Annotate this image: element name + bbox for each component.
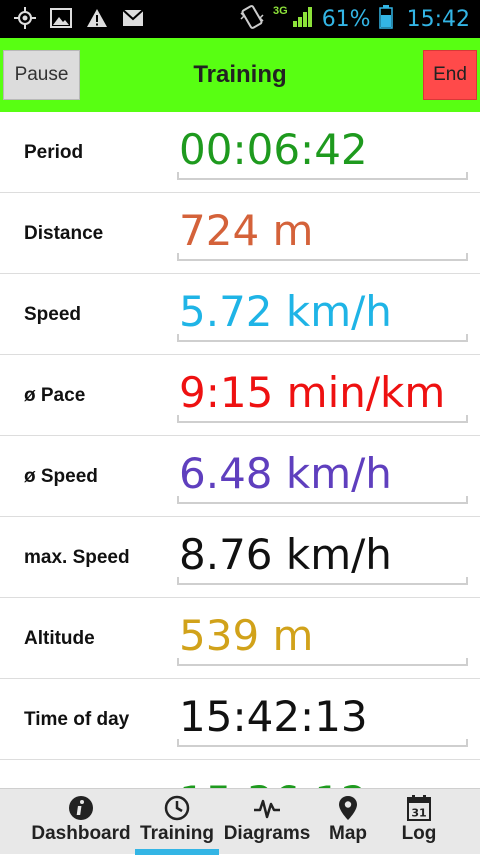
metric-label: ø Speed <box>24 465 98 487</box>
nav-label: Log <box>401 823 437 844</box>
network-type: 3G <box>273 5 288 17</box>
metric-field-underline <box>177 253 468 261</box>
metric-field-underline <box>177 172 468 180</box>
metric-label: Speed <box>24 303 82 325</box>
vibrate-icon <box>239 4 265 34</box>
nav-label: Map <box>329 823 367 844</box>
nav-item-training[interactable]: Training <box>135 789 219 855</box>
metric-value: 539 m <box>179 611 314 660</box>
map-pin-icon <box>338 795 358 821</box>
metric-label: Period <box>24 141 84 163</box>
metric-value: 00:06:42 <box>179 125 368 174</box>
metric-label: Altitude <box>24 627 95 649</box>
metric-label: ø Pace <box>24 384 86 406</box>
warning-icon <box>86 8 108 33</box>
status-bar: 3G 61% 15:42 <box>0 0 480 38</box>
metrics-list[interactable]: Period 00:06:42 Distance 724 m Speed 5.7… <box>0 112 480 788</box>
active-tab-indicator <box>135 849 219 855</box>
metric-field-underline <box>177 658 468 666</box>
nav-item-map[interactable]: Map <box>318 789 378 855</box>
metric-value: 724 m <box>179 206 314 255</box>
metric-field-underline <box>177 577 468 585</box>
metric-row-distance: Distance 724 m <box>0 193 480 274</box>
metric-label: Time of day <box>24 708 130 730</box>
app-header: Training Pause End <box>0 38 480 112</box>
battery-percent: 61% <box>321 6 371 32</box>
status-bar-notifications <box>14 7 144 34</box>
metric-field-underline <box>177 415 468 423</box>
metric-row-start-time: 15:36:12 <box>0 760 480 788</box>
metric-field-underline <box>177 334 468 342</box>
info-icon <box>68 795 94 821</box>
metric-value: 5.72 km/h <box>179 287 392 336</box>
calendar-icon: 31 <box>407 795 431 821</box>
nav-label: Training <box>140 823 214 844</box>
metric-row-max-speed: max. Speed 8.76 km/h <box>0 517 480 598</box>
metric-row-altitude: Altitude 539 m <box>0 598 480 679</box>
metric-label: max. Speed <box>24 546 130 568</box>
nav-label: Dashboard <box>31 823 131 844</box>
metric-value: 15:36:12 <box>179 776 368 788</box>
clock-icon <box>164 795 190 821</box>
calendar-icon-text: 31 <box>411 807 426 820</box>
metric-value: 8.76 km/h <box>179 530 392 579</box>
nav-label: Diagrams <box>223 823 311 844</box>
pulse-icon <box>253 795 281 821</box>
gps-icon <box>14 7 36 34</box>
bottom-navigation: Dashboard Training Diagrams Map 31 Log <box>0 788 480 855</box>
nav-item-dashboard[interactable]: Dashboard <box>30 789 132 855</box>
metric-field-underline <box>177 496 468 504</box>
metric-row-avg-speed: ø Speed 6.48 km/h <box>0 436 480 517</box>
pause-button[interactable]: Pause <box>3 50 80 100</box>
nav-item-diagrams[interactable]: Diagrams <box>222 789 312 855</box>
status-clock: 15:42 <box>406 6 470 32</box>
metric-row-avg-pace: ø Pace 9:15 min/km <box>0 355 480 436</box>
battery-icon <box>378 4 393 34</box>
metric-label: Distance <box>24 222 104 244</box>
signal-icon <box>292 6 314 33</box>
metric-value: 9:15 min/km <box>179 368 446 417</box>
image-icon <box>50 8 72 33</box>
metric-row-period: Period 00:06:42 <box>0 112 480 193</box>
metric-value: 6.48 km/h <box>179 449 392 498</box>
end-button[interactable]: End <box>423 50 477 100</box>
metric-value: 15:42:13 <box>179 692 368 741</box>
metric-field-underline <box>177 739 468 747</box>
nav-item-log[interactable]: 31 Log <box>392 789 446 855</box>
metric-row-time-of-day: Time of day 15:42:13 <box>0 679 480 760</box>
status-bar-system: 3G 61% 15:42 <box>239 0 470 38</box>
metric-row-speed: Speed 5.72 km/h <box>0 274 480 355</box>
mail-icon <box>122 9 144 32</box>
